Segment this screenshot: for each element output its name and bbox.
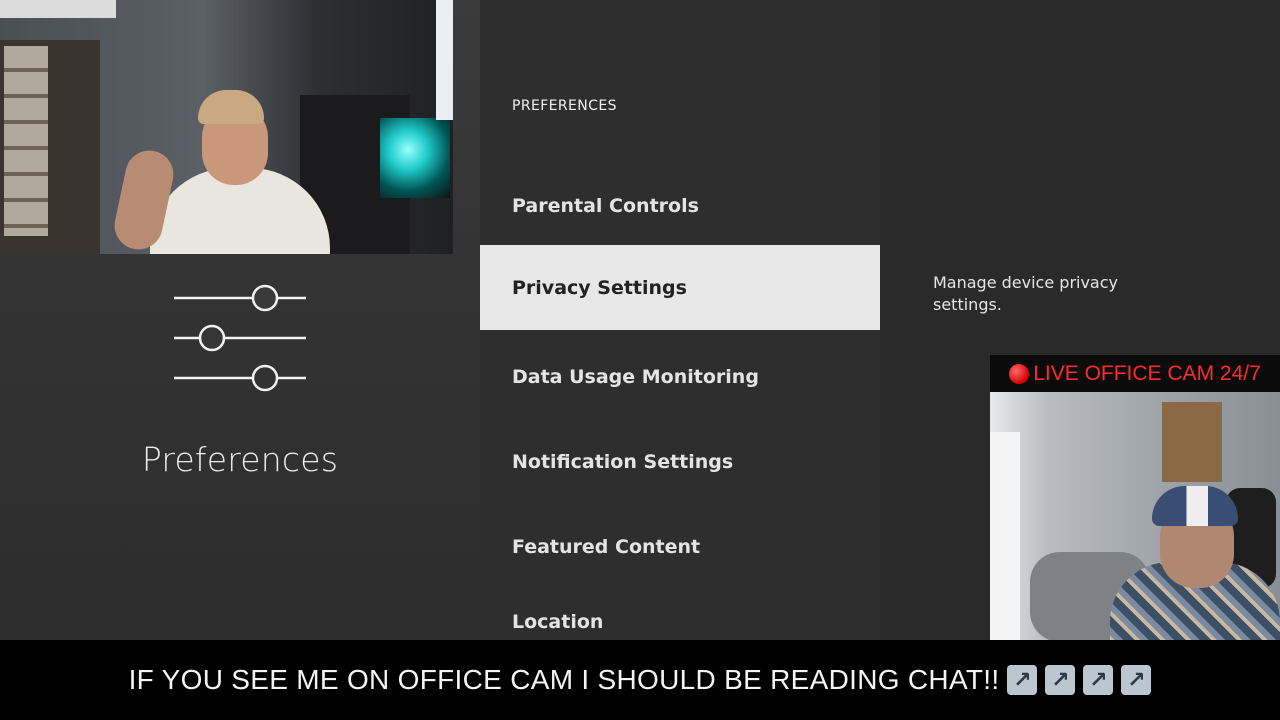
- live-banner: LIVE OFFICE CAM 24/7: [990, 355, 1280, 392]
- live-dot-icon: [1009, 363, 1030, 384]
- arrow-up-right-icon: ↗: [1007, 665, 1038, 695]
- menu-item-privacy-settings[interactable]: Privacy Settings: [480, 245, 880, 330]
- menu-header: PREFERENCES: [512, 98, 617, 114]
- menu-item-label: Parental Controls: [512, 194, 699, 217]
- menu-item-featured-content[interactable]: Featured Content: [480, 504, 880, 589]
- menu-item-label: Privacy Settings: [512, 276, 687, 299]
- menu-item-data-usage-monitoring[interactable]: Data Usage Monitoring: [480, 334, 880, 419]
- sliders-icon: [174, 284, 306, 392]
- arrow-up-right-icon: ↗: [1045, 665, 1076, 695]
- streamer-webcam: [0, 0, 453, 254]
- office-cam: [990, 392, 1280, 640]
- ticker-text: IF YOU SEE ME ON OFFICE CAM I SHOULD BE …: [128, 664, 1000, 695]
- menu-item-label: Featured Content: [512, 535, 701, 558]
- menu-item-notification-settings[interactable]: Notification Settings: [480, 419, 880, 504]
- arrow-up-right-icon: ↗: [1121, 665, 1152, 695]
- arrow-up-right-icon: ↗: [1083, 665, 1114, 695]
- category-title: Preferences: [141, 440, 339, 479]
- menu-item-label: Data Usage Monitoring: [512, 365, 759, 388]
- live-banner-text: LIVE OFFICE CAM 24/7: [1033, 361, 1261, 385]
- menu-item-label: Notification Settings: [512, 450, 734, 473]
- menu-item-parental-controls[interactable]: Parental Controls: [480, 163, 880, 248]
- chat-ticker: IF YOU SEE ME ON OFFICE CAM I SHOULD BE …: [0, 640, 1280, 720]
- item-description: Manage device privacy settings.: [933, 273, 1118, 314]
- menu-item-label: Location: [512, 610, 604, 633]
